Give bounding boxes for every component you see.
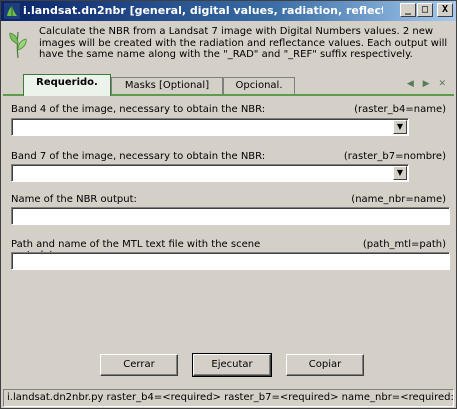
path-mtl-input[interactable] bbox=[11, 252, 450, 270]
run-button[interactable]: Ejecutar bbox=[192, 353, 272, 377]
tab-masks-optional[interactable]: Masks [Optional] bbox=[111, 77, 223, 95]
chevron-down-icon[interactable]: ▼ bbox=[393, 120, 407, 134]
raster-b4-combo[interactable]: ▼ bbox=[11, 118, 409, 136]
field-label-name-nbr: Name of the NBR output: bbox=[11, 194, 137, 205]
field-param-name-nbr: (name_nbr=name) bbox=[351, 194, 446, 205]
maximize-button[interactable]: □ bbox=[417, 3, 433, 17]
command-statusbar: i.landsat.dn2nbr.py raster_b4=<required>… bbox=[3, 389, 454, 407]
window-title: i.landsat.dn2nbr [general, digital value… bbox=[23, 4, 383, 17]
field-label-raster-b7: Band 7 of the image, necessary to obtain… bbox=[11, 151, 266, 162]
tab-bar: Requerido. Masks [Optional] Opcional. ◀ … bbox=[1, 73, 456, 96]
dialog-window: i.landsat.dn2nbr [general, digital value… bbox=[0, 0, 457, 409]
required-panel: Band 4 of the image, necessary to obtain… bbox=[3, 94, 454, 344]
tab-close-icon[interactable]: ✕ bbox=[438, 79, 446, 89]
tab-scroll-right-icon[interactable]: ▶ bbox=[423, 79, 430, 89]
description-text: Calculate the NBR from a Landsat 7 image… bbox=[39, 26, 448, 60]
name-nbr-input[interactable] bbox=[11, 207, 450, 225]
tab-scroll-left-icon[interactable]: ◀ bbox=[407, 79, 414, 89]
close-button[interactable]: Cerrar bbox=[100, 354, 178, 376]
chevron-down-icon[interactable]: ▼ bbox=[393, 166, 407, 180]
grass-app-icon bbox=[4, 3, 20, 19]
tab-navigation: ◀ ▶ ✕ bbox=[401, 79, 446, 89]
field-param-raster-b7: (raster_b7=nombre) bbox=[343, 151, 446, 162]
close-window-button[interactable]: X bbox=[437, 3, 453, 17]
minimize-button[interactable]: _ bbox=[400, 3, 416, 17]
raster-b7-combo[interactable]: ▼ bbox=[11, 164, 409, 182]
field-param-raster-b4: (raster_b4=name) bbox=[354, 104, 446, 115]
tab-opcional[interactable]: Opcional. bbox=[223, 77, 295, 95]
field-label-raster-b4: Band 4 of the image, necessary to obtain… bbox=[11, 104, 266, 115]
title-bar[interactable]: i.landsat.dn2nbr [general, digital value… bbox=[1, 1, 456, 21]
leaf-icon bbox=[9, 31, 27, 59]
module-description: Calculate the NBR from a Landsat 7 image… bbox=[1, 22, 456, 70]
field-param-path-mtl: (path_mtl=path) bbox=[362, 239, 446, 250]
tab-requerido[interactable]: Requerido. bbox=[23, 74, 111, 96]
copy-button[interactable]: Copiar bbox=[286, 354, 364, 376]
